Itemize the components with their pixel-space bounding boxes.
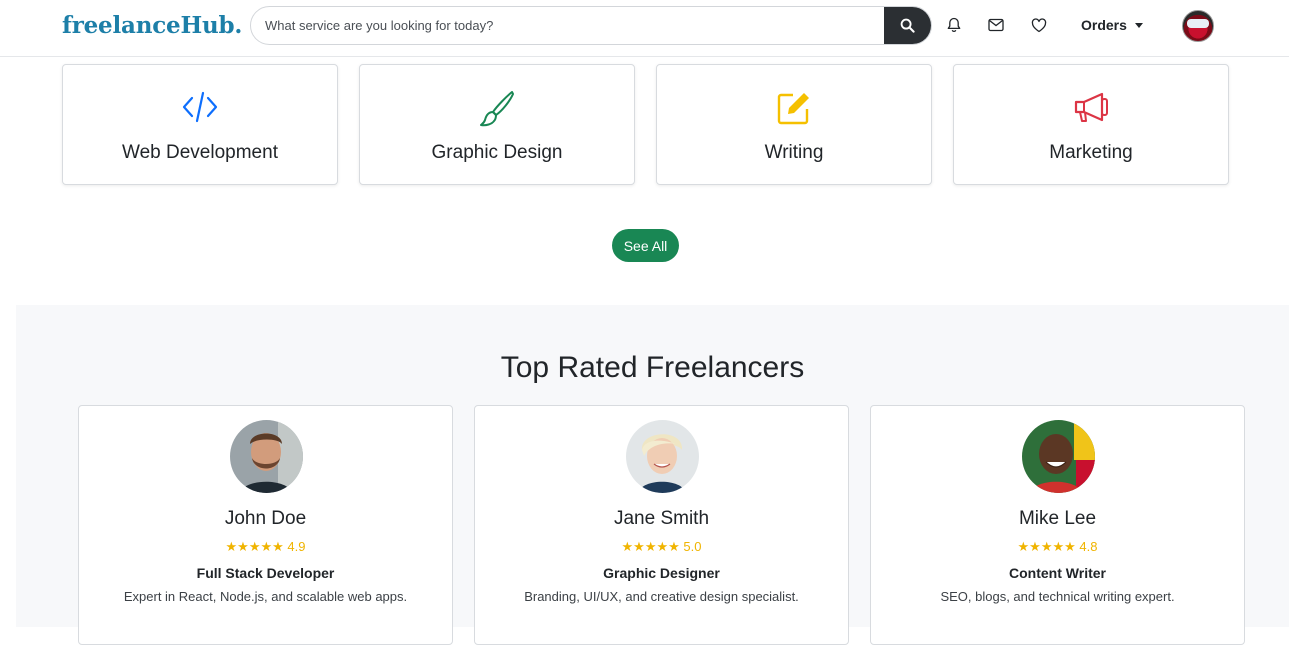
search-input[interactable]	[265, 7, 875, 44]
freelancer-rating: ★★★★★ 4.8	[1017, 539, 1098, 554]
freelancer-role: Full Stack Developer	[196, 565, 335, 581]
pencil-square-icon	[777, 93, 809, 125]
brand-logo[interactable]: freelanceHub.	[62, 12, 242, 39]
freelancer-role: Content Writer	[1009, 565, 1106, 581]
section-title: Top Rated Freelancers	[500, 351, 805, 384]
caret-down-icon	[1134, 22, 1143, 28]
freelancer-card[interactable]: John Doe ★★★★★ 4.9 Full Stack Developer …	[78, 405, 453, 645]
orders-label: Orders	[1081, 17, 1127, 33]
search-bar	[250, 6, 932, 45]
top-rated-section: Top Rated Freelancers John Doe ★★★★★ 4.9…	[16, 305, 1289, 645]
category-label: Graphic Design	[431, 142, 563, 163]
category-card-writing[interactable]: Writing	[656, 64, 932, 185]
megaphone-icon	[1074, 92, 1108, 122]
see-all-button[interactable]: See All	[612, 229, 679, 262]
freelancer-description: Branding, UI/UX, and creative design spe…	[524, 589, 799, 604]
category-label: Marketing	[1049, 142, 1133, 163]
messages-button[interactable]	[987, 16, 1005, 34]
code-icon	[182, 91, 218, 123]
category-label: Web Development	[122, 142, 278, 163]
freelancer-role: Graphic Designer	[603, 565, 720, 581]
favorites-button[interactable]	[1030, 16, 1048, 34]
category-card-web-development[interactable]: Web Development	[62, 64, 338, 185]
category-card-graphic-design[interactable]: Graphic Design	[359, 64, 635, 185]
freelancer-rating: ★★★★★ 5.0	[621, 539, 702, 554]
freelancer-rating: ★★★★★ 4.9	[225, 539, 306, 554]
search-icon	[900, 18, 915, 33]
brush-icon	[480, 91, 514, 127]
freelancer-description: Expert in React, Node.js, and scalable w…	[123, 589, 408, 604]
navbar: freelanceHub. Orders	[0, 0, 1289, 57]
freelancer-photo	[1022, 420, 1095, 493]
freelancer-card[interactable]: Jane Smith ★★★★★ 5.0 Graphic Designer Br…	[474, 405, 849, 645]
orders-dropdown[interactable]: Orders	[1081, 17, 1143, 33]
freelancer-card[interactable]: Mike Lee ★★★★★ 4.8 Content Writer SEO, b…	[870, 405, 1245, 645]
category-card-marketing[interactable]: Marketing	[953, 64, 1229, 185]
user-avatar[interactable]	[1182, 10, 1214, 42]
bell-icon	[947, 17, 961, 33]
freelancer-name: John Doe	[224, 508, 307, 529]
freelancer-photo	[626, 420, 699, 493]
notifications-button[interactable]	[945, 16, 963, 34]
search-button[interactable]	[884, 7, 931, 44]
freelancer-name: Jane Smith	[613, 508, 710, 529]
heart-icon	[1031, 17, 1047, 32]
category-label: Writing	[764, 142, 824, 163]
envelope-icon	[988, 18, 1004, 32]
freelancer-name: Mike Lee	[1018, 508, 1097, 529]
freelancer-description: SEO, blogs, and technical writing expert…	[940, 589, 1175, 604]
freelancer-photo	[230, 420, 303, 493]
